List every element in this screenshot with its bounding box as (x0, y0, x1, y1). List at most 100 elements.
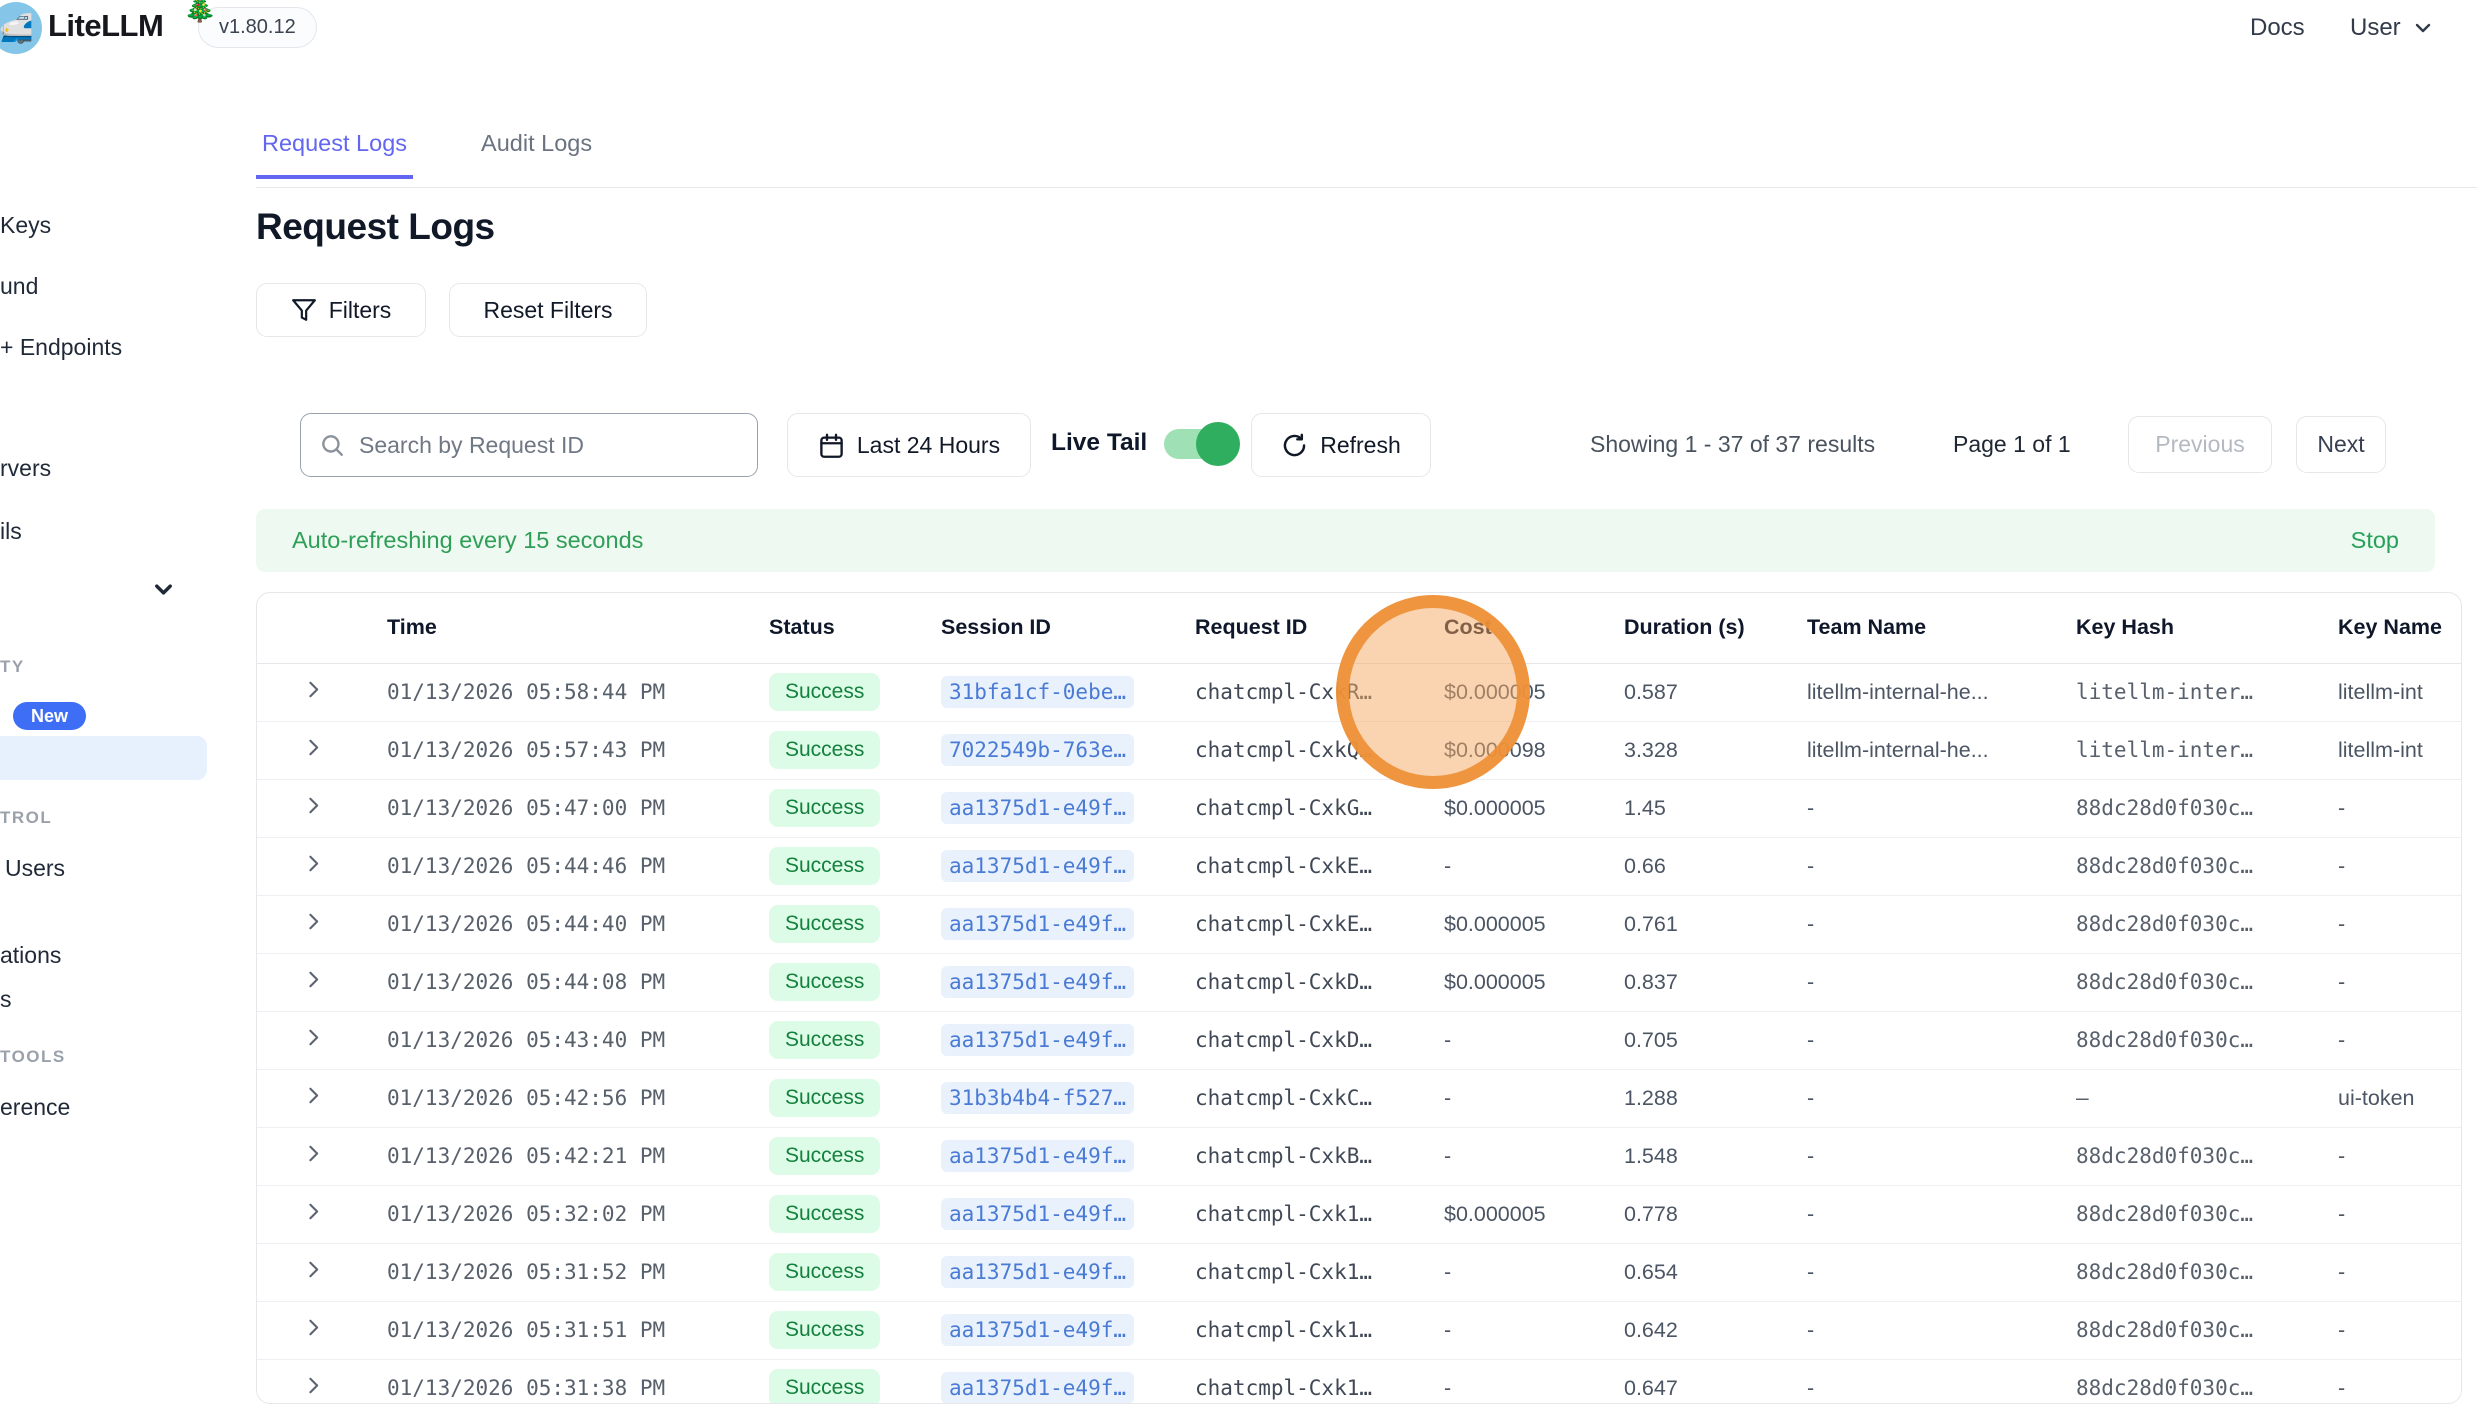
status-cell: Success (769, 1127, 941, 1185)
sidebar-item-selected[interactable] (0, 736, 207, 780)
user-menu[interactable]: User (2350, 14, 2435, 42)
sidebar-nav: New Keysund+ EndpointsrversilsTYTROLUser… (0, 58, 210, 1385)
table-row[interactable]: 01/13/2026 05:42:56 PM Success 31b3b4b4-… (257, 1069, 2462, 1127)
filters-button[interactable]: Filters (256, 283, 426, 337)
status-cell: Success (769, 663, 941, 721)
table-row[interactable]: 01/13/2026 05:43:40 PM Success aa1375d1-… (257, 1011, 2462, 1069)
session-id-link[interactable]: aa1375d1-e49f… (941, 1256, 1134, 1288)
col-key-hash: Key Hash (2076, 593, 2338, 663)
key-name-cell: - (2338, 837, 2462, 895)
sidebar-item-ations[interactable]: ations (0, 942, 61, 969)
search-input[interactable] (359, 432, 739, 459)
next-page-button[interactable]: Next (2296, 416, 2386, 473)
new-badge: New (13, 702, 86, 730)
time-range-button[interactable]: Last 24 Hours (787, 413, 1031, 477)
expand-row-chevron-icon[interactable] (301, 793, 326, 818)
expand-row-chevron-icon[interactable] (301, 1025, 326, 1050)
col-time: Time (387, 593, 769, 663)
live-tail-toggle[interactable] (1164, 427, 1236, 461)
team-name-cell: litellm-internal-he... (1807, 721, 2076, 779)
search-box[interactable] (300, 413, 758, 477)
session-id-link[interactable]: 31b3b4b4-f527… (941, 1082, 1134, 1114)
expand-row-chevron-icon[interactable] (301, 1373, 326, 1398)
status-cell: Success (769, 721, 941, 779)
key-name-cell: - (2338, 779, 2462, 837)
time-cell: 01/13/2026 05:44:46 PM (387, 837, 769, 895)
expand-row-chevron-icon[interactable] (301, 909, 326, 934)
session-id-link[interactable]: 7022549b-763e… (941, 734, 1134, 766)
expand-row-chevron-icon[interactable] (301, 1199, 326, 1224)
status-cell: Success (769, 837, 941, 895)
sidebar-item-rvers[interactable]: rvers (0, 455, 51, 482)
table-row[interactable]: 01/13/2026 05:31:51 PM Success aa1375d1-… (257, 1301, 2462, 1359)
sidebar-item-s[interactable]: s (0, 986, 12, 1013)
sidebar-item-ils[interactable]: ils (0, 518, 22, 545)
expand-row-chevron-icon[interactable] (301, 677, 326, 702)
refresh-button[interactable]: Refresh (1251, 413, 1431, 477)
tab-request-logs[interactable]: Request Logs (256, 130, 413, 179)
sidebar-item-keys[interactable]: Keys (0, 212, 51, 239)
cost-cell: $0.000005 (1444, 953, 1624, 1011)
duration-cell: 1.548 (1624, 1127, 1807, 1185)
expand-row-chevron-icon[interactable] (301, 1141, 326, 1166)
table-row[interactable]: 01/13/2026 05:58:44 PM Success 31bfa1cf-… (257, 663, 2462, 721)
table-header-row: Time Status Session ID Request ID Cost D… (257, 593, 2462, 663)
expand-row-chevron-icon[interactable] (301, 967, 326, 992)
session-id-cell: 31bfa1cf-0ebe… (941, 663, 1195, 721)
sidebar-item--endpoints[interactable]: + Endpoints (0, 334, 122, 361)
key-hash-cell: – (2076, 1069, 2338, 1127)
expand-row-chevron-icon[interactable] (301, 1315, 326, 1340)
chevron-down-icon[interactable] (150, 576, 177, 603)
session-id-link[interactable]: aa1375d1-e49f… (941, 1024, 1134, 1056)
session-id-link[interactable]: aa1375d1-e49f… (941, 1198, 1134, 1230)
time-range-label: Last 24 Hours (857, 432, 1000, 459)
docs-link[interactable]: Docs (2250, 14, 2305, 42)
sidebar-item-erence[interactable]: erence (0, 1094, 70, 1121)
expand-row-chevron-icon[interactable] (301, 735, 326, 760)
session-id-link[interactable]: 31bfa1cf-0ebe… (941, 676, 1134, 708)
session-id-link[interactable]: aa1375d1-e49f… (941, 1372, 1134, 1404)
col-session-id: Session ID (941, 593, 1195, 663)
sidebar-section-ty: TY (0, 657, 25, 677)
stop-auto-refresh-link[interactable]: Stop (2351, 527, 2399, 554)
sidebar-item-und[interactable]: und (0, 273, 38, 300)
key-name-cell: - (2338, 1011, 2462, 1069)
sidebar-item-users[interactable]: Users (5, 855, 65, 882)
session-id-link[interactable]: aa1375d1-e49f… (941, 908, 1134, 940)
session-id-cell: aa1375d1-e49f… (941, 1301, 1195, 1359)
session-id-link[interactable]: aa1375d1-e49f… (941, 966, 1134, 998)
expand-row-chevron-icon[interactable] (301, 851, 326, 876)
status-badge: Success (769, 1021, 880, 1059)
table-row[interactable]: 01/13/2026 05:57:43 PM Success 7022549b-… (257, 721, 2462, 779)
request-id-cell: chatcmpl-CxkE… (1195, 837, 1444, 895)
key-hash-cell: 88dc28d0f030c… (2076, 895, 2338, 953)
time-cell: 01/13/2026 05:57:43 PM (387, 721, 769, 779)
table-row[interactable]: 01/13/2026 05:47:00 PM Success aa1375d1-… (257, 779, 2462, 837)
tab-audit-logs[interactable]: Audit Logs (475, 130, 598, 179)
table-row[interactable]: 01/13/2026 05:31:38 PM Success aa1375d1-… (257, 1359, 2462, 1404)
table-row[interactable]: 01/13/2026 05:44:08 PM Success aa1375d1-… (257, 953, 2462, 1011)
logs-table: Time Status Session ID Request ID Cost D… (257, 593, 2462, 1404)
table-row[interactable]: 01/13/2026 05:44:40 PM Success aa1375d1-… (257, 895, 2462, 953)
request-id-cell: chatcmpl-CxkE… (1195, 895, 1444, 953)
session-id-link[interactable]: aa1375d1-e49f… (941, 792, 1134, 824)
session-id-cell: aa1375d1-e49f… (941, 837, 1195, 895)
previous-page-button[interactable]: Previous (2128, 416, 2272, 473)
session-id-cell: aa1375d1-e49f… (941, 1185, 1195, 1243)
expand-row-chevron-icon[interactable] (301, 1083, 326, 1108)
request-id-cell: chatcmpl-CxkR… (1195, 663, 1444, 721)
reset-filters-button[interactable]: Reset Filters (449, 283, 647, 337)
key-hash-cell: 88dc28d0f030c… (2076, 1243, 2338, 1301)
expand-row-chevron-icon[interactable] (301, 1257, 326, 1282)
table-row[interactable]: 01/13/2026 05:44:46 PM Success aa1375d1-… (257, 837, 2462, 895)
session-id-link[interactable]: aa1375d1-e49f… (941, 850, 1134, 882)
key-name-cell: - (2338, 953, 2462, 1011)
table-row[interactable]: 01/13/2026 05:42:21 PM Success aa1375d1-… (257, 1127, 2462, 1185)
tabs: Request Logs Audit Logs (256, 130, 598, 179)
session-id-link[interactable]: aa1375d1-e49f… (941, 1314, 1134, 1346)
session-id-link[interactable]: aa1375d1-e49f… (941, 1140, 1134, 1172)
table-row[interactable]: 01/13/2026 05:32:02 PM Success aa1375d1-… (257, 1185, 2462, 1243)
table-row[interactable]: 01/13/2026 05:31:52 PM Success aa1375d1-… (257, 1243, 2462, 1301)
cost-cell: $0.000005 (1444, 779, 1624, 837)
funnel-icon (291, 297, 317, 323)
